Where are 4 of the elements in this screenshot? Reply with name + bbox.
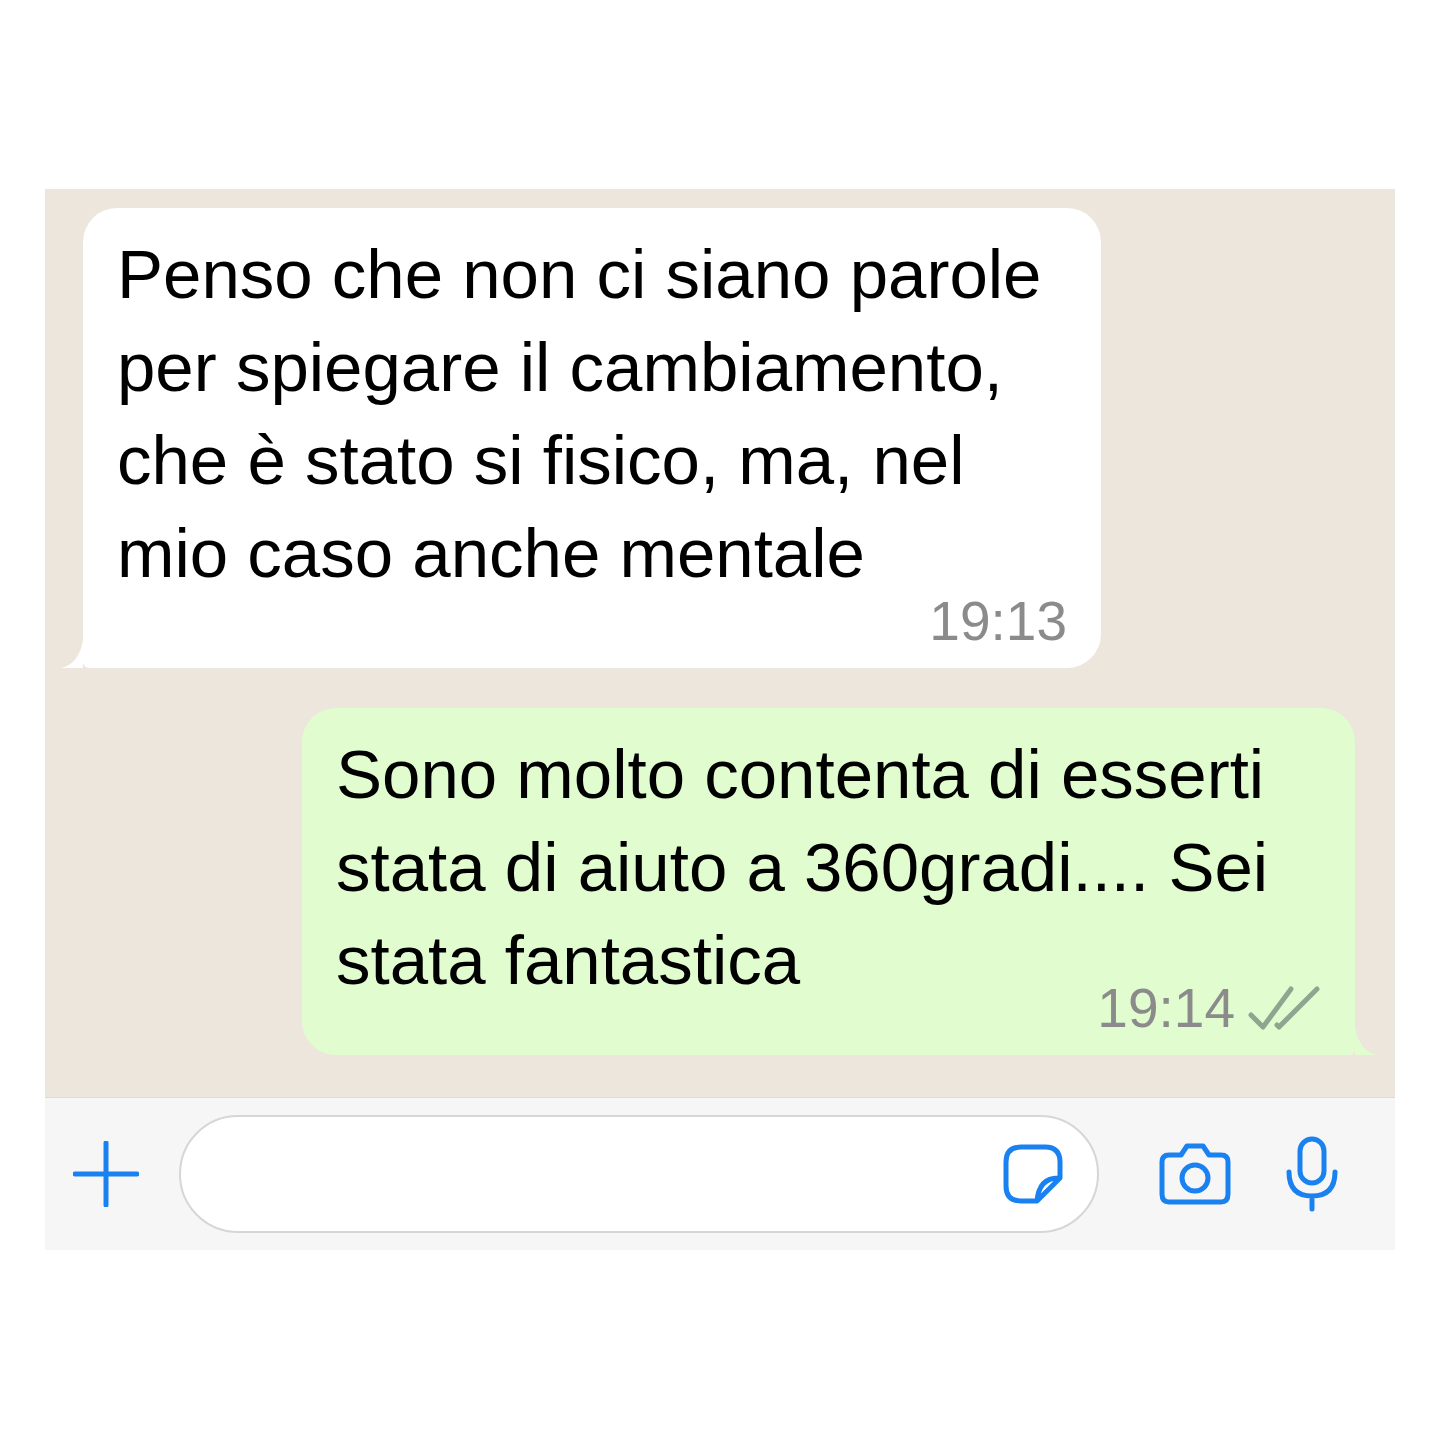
microphone-icon[interactable] (1285, 1136, 1339, 1212)
plus-icon[interactable] (73, 1141, 139, 1207)
camera-icon[interactable] (1159, 1143, 1231, 1205)
sticker-icon[interactable] (1003, 1144, 1063, 1204)
